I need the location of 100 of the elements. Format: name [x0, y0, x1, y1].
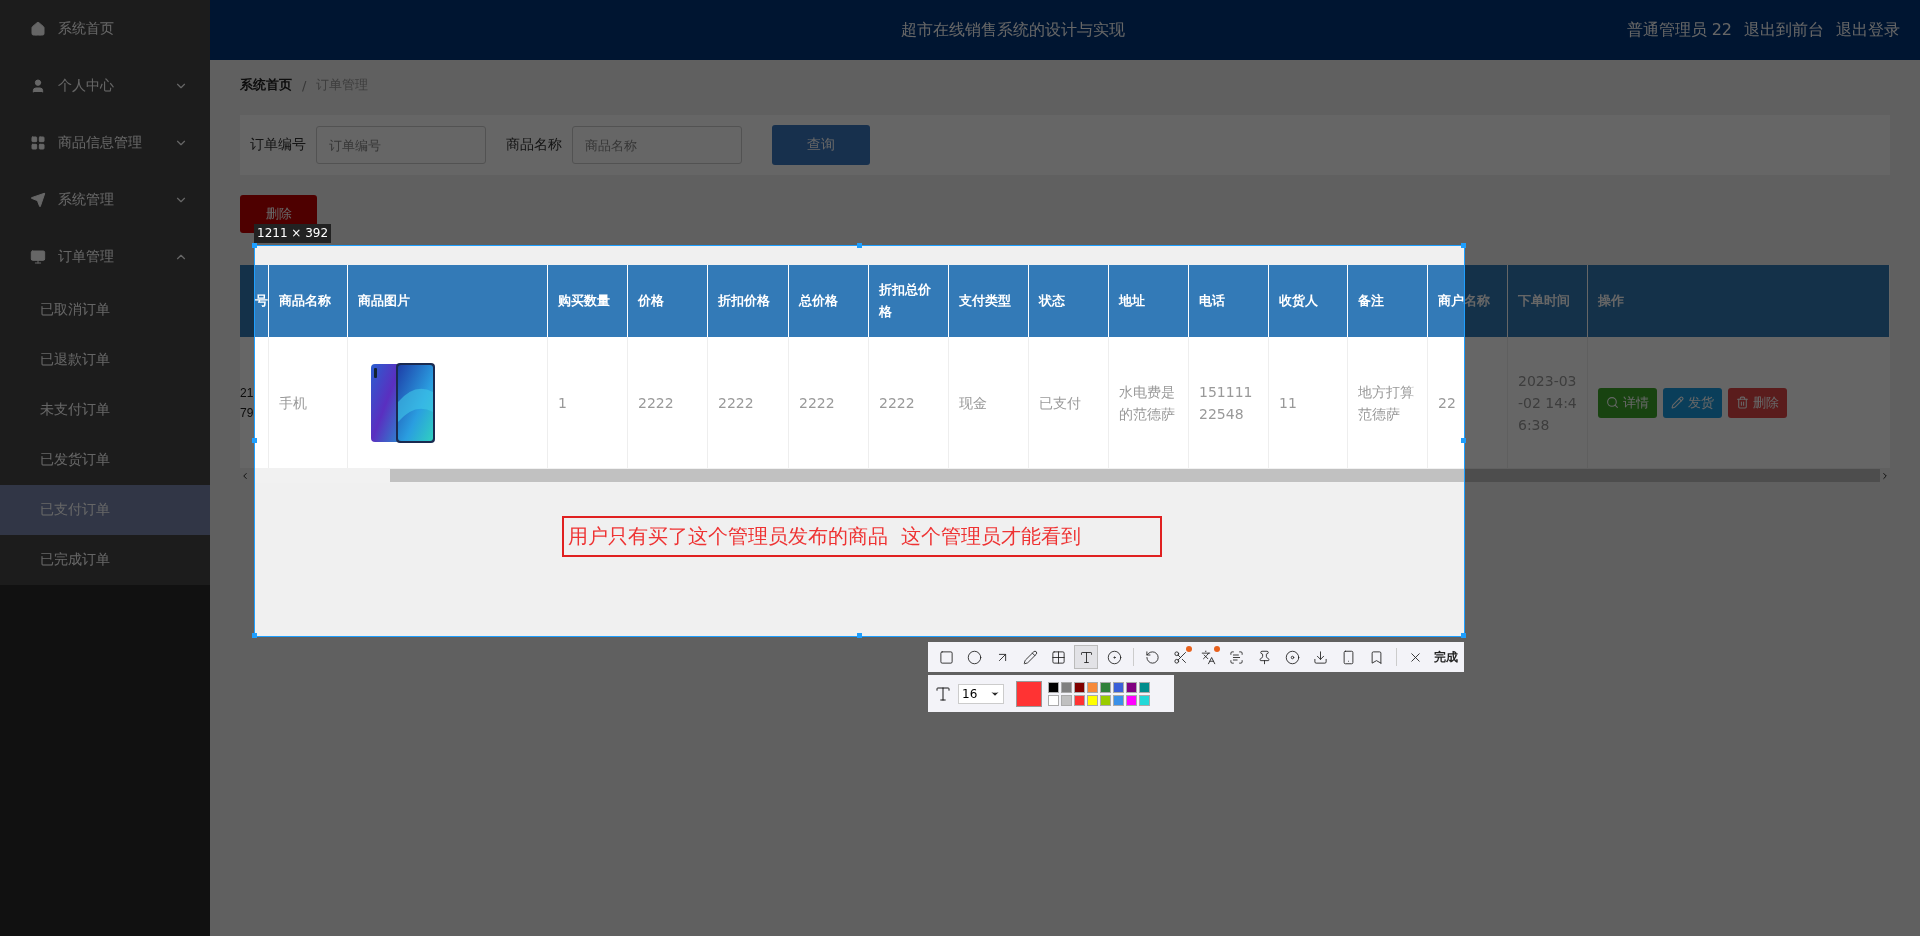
breadcrumb-separator: / [302, 77, 307, 93]
column-header: 商品图片 [348, 265, 548, 337]
table-cell-text: 2179 [240, 384, 254, 422]
grid-icon [1050, 649, 1066, 665]
sidebar-item[interactable]: 系统管理 [0, 171, 210, 228]
color-swatch[interactable] [1074, 694, 1085, 706]
resize-handle[interactable] [252, 243, 257, 248]
text-annotation[interactable]: 用户只有买了这个管理员发布的商品 这个管理员才能看到 [562, 516, 1162, 557]
sidebar-subitem[interactable]: 已退款订单 [0, 335, 210, 385]
current-color-swatch[interactable] [1016, 680, 1042, 707]
circle-icon [966, 649, 982, 665]
header-link[interactable]: 退出登录 [1836, 19, 1900, 41]
color-swatch[interactable] [1087, 681, 1098, 693]
undo-icon [1145, 649, 1160, 665]
sidebar-item[interactable]: 个人中心 [0, 57, 210, 114]
table-cell-text: 1 [558, 393, 567, 413]
color-swatch[interactable] [1061, 681, 1072, 693]
sidebar-item[interactable]: 商品信息管理 [0, 114, 210, 171]
scroll-right-icon[interactable] [1880, 470, 1890, 481]
color-swatch[interactable] [1048, 694, 1059, 706]
header-link[interactable]: 退出到前台 [1744, 19, 1824, 41]
bookmark-icon [1369, 649, 1384, 665]
table-cell-text: 地方打算范德萨 [1358, 382, 1415, 424]
font-icon [934, 684, 952, 703]
download-icon [1313, 649, 1328, 665]
resize-handle[interactable] [856, 243, 862, 248]
column-header: 电话 [1189, 265, 1269, 337]
color-swatch[interactable] [1139, 694, 1150, 706]
field-label: 商品名称 [506, 136, 562, 154]
user-label: 普通管理员 22 [1626, 19, 1732, 41]
square-icon [938, 649, 954, 665]
resize-handle[interactable] [1461, 633, 1466, 638]
breadcrumb-link[interactable]: 系统首页 [240, 76, 292, 94]
color-swatch[interactable] [1074, 681, 1085, 693]
color-swatch[interactable] [1113, 694, 1124, 706]
color-swatch[interactable] [1100, 681, 1111, 693]
detail-button[interactable]: 详情 [1598, 387, 1657, 418]
table-cell-text: 2222 [718, 393, 754, 413]
ship-button[interactable]: 发货 [1663, 387, 1722, 418]
color-swatch[interactable] [1139, 681, 1150, 693]
column-header: 折扣价格 [708, 265, 789, 337]
menu-icon [30, 191, 46, 208]
resize-handle[interactable] [1461, 243, 1466, 248]
trash-icon [1736, 396, 1749, 409]
record-icon [1285, 649, 1300, 665]
done-button[interactable]: 完成 [1431, 645, 1458, 669]
resize-handle[interactable] [1461, 438, 1466, 443]
column-header: 备注 [1348, 265, 1428, 337]
pencil-icon [1671, 396, 1684, 409]
menu-icon [30, 248, 46, 265]
menu-icon [30, 134, 46, 151]
column-header: 支付类型 [949, 265, 1029, 337]
color-swatch[interactable] [1048, 681, 1059, 693]
sidebar-subitem[interactable]: 已发货订单 [0, 435, 210, 485]
color-swatch[interactable] [1087, 694, 1098, 706]
table-cell-text: 2222 [879, 393, 915, 413]
table-cell-text: 手机 [279, 393, 307, 413]
pencil-icon [1022, 649, 1038, 665]
sidebar-subitem[interactable]: 未支付订单 [0, 385, 210, 435]
delete-button[interactable]: 删除 [1728, 387, 1787, 418]
color-swatch[interactable] [1126, 694, 1137, 706]
column-header: 总价格 [789, 265, 869, 337]
sidebar-subitem[interactable]: 已完成订单 [0, 535, 210, 585]
column-header: 状态 [1029, 265, 1109, 337]
table-cell-text: 现金 [959, 393, 987, 413]
scan-icon [1229, 649, 1244, 665]
query-button[interactable]: 查询 [772, 125, 870, 165]
column-header: 购买数量 [548, 265, 628, 337]
site-title: 超市在线销售系统的设计与实现 [900, 19, 1127, 41]
column-header: 号 [240, 265, 269, 337]
scrollbar-thumb[interactable] [390, 469, 1880, 482]
resize-handle[interactable] [252, 438, 257, 443]
translate-icon [1201, 649, 1216, 665]
sidebar-item[interactable]: 系统首页 [0, 0, 210, 57]
table-cell-text: 已支付 [1039, 393, 1081, 413]
pin-icon [1257, 649, 1272, 665]
color-swatch[interactable] [1113, 681, 1124, 693]
column-header: 商品名称 [269, 265, 348, 337]
resize-handle[interactable] [856, 633, 862, 638]
text-icon [1078, 649, 1094, 665]
resize-handle[interactable] [252, 633, 257, 638]
tool-button[interactable] [1074, 645, 1098, 669]
scroll-left-icon[interactable] [240, 470, 250, 481]
column-header: 地址 [1109, 265, 1189, 337]
table-cell-text: 11 [1279, 393, 1297, 413]
font-size-select[interactable]: 16 [958, 683, 1004, 704]
sidebar-subitem[interactable]: 已取消订单 [0, 285, 210, 335]
color-swatch[interactable] [1126, 681, 1137, 693]
color-swatch[interactable] [1061, 694, 1072, 706]
search-icon [1606, 396, 1619, 409]
color-swatch[interactable] [1100, 694, 1111, 706]
selection-frame[interactable] [254, 245, 1465, 637]
table-cell-text: 22 [1438, 393, 1456, 413]
menu-icon [30, 20, 46, 37]
column-header: 操作 [1588, 265, 1890, 337]
table-cell-text: 15111122548 [1199, 382, 1254, 424]
sidebar-item[interactable]: 订单管理 [0, 228, 210, 285]
table-cell-text: 2222 [799, 393, 835, 413]
column-header: 收货人 [1269, 265, 1348, 337]
table-cell-text: 水电费是的范德萨 [1119, 382, 1176, 424]
